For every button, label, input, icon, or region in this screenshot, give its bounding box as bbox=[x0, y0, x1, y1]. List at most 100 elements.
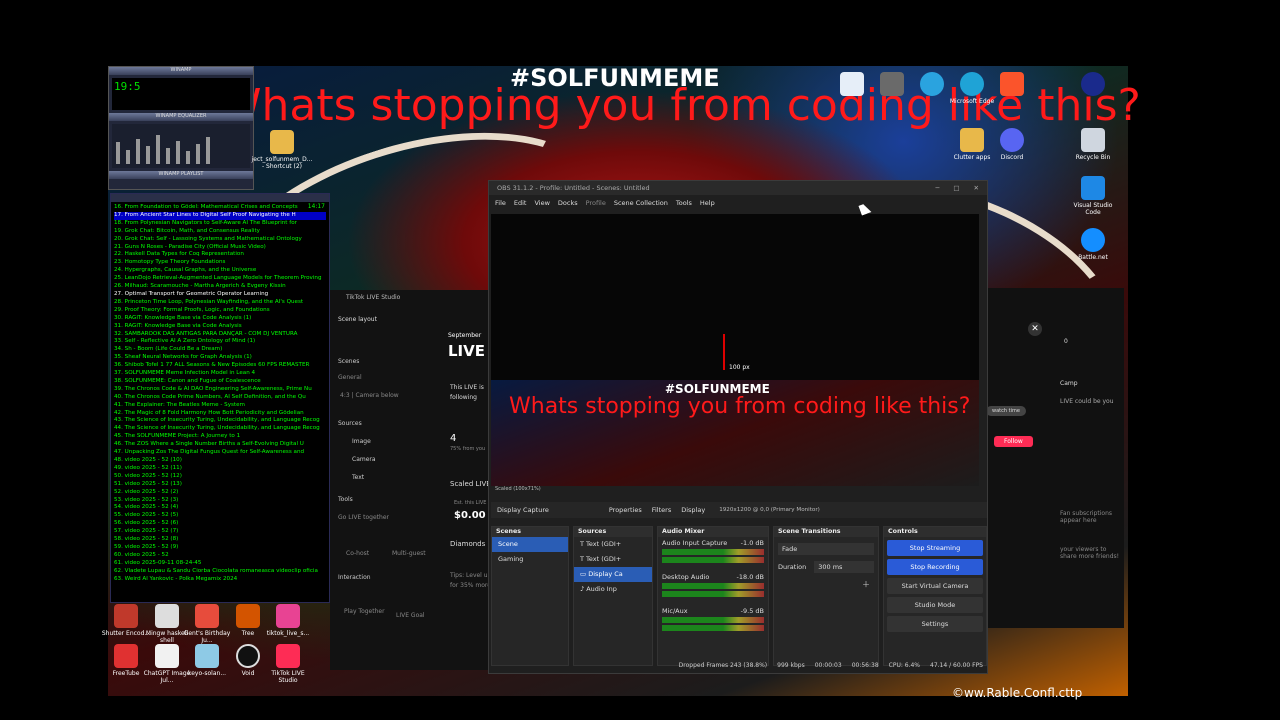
scene-item-scene[interactable]: Scene bbox=[492, 537, 568, 552]
playlist-item[interactable]: 56. video 2025 - 52 (6) bbox=[114, 520, 326, 528]
monitor-select[interactable]: 1920x1200 @ 0,0 (Primary Monitor) bbox=[715, 507, 987, 513]
scene-item-gaming[interactable]: Gaming bbox=[492, 552, 568, 567]
winamp-equalizer[interactable] bbox=[112, 124, 250, 168]
transition-select[interactable]: Fade bbox=[778, 543, 874, 555]
playlist-item[interactable]: 24. Hypergraphs, Causal Graphs, and the … bbox=[114, 267, 326, 275]
tiktok-side-panel[interactable]: ✕ 0 Camp LIVE could be you watch time Fo… bbox=[984, 288, 1124, 628]
playlist-item[interactable]: 54. video 2025 - 52 (4) bbox=[114, 504, 326, 512]
camera-source[interactable]: Camera bbox=[352, 456, 376, 463]
playlist-item[interactable]: 28. Princeton Time Loop, Polynesian Wayf… bbox=[114, 299, 326, 307]
source-display-capture[interactable]: ▭ Display Ca bbox=[574, 567, 652, 582]
playlist-item[interactable]: 34. Sh - Boom (Life Could Be a Dream) bbox=[114, 346, 326, 354]
winamp-window[interactable]: WINAMP 19:5 WINAMP EQUALIZER WINAMP PLAY… bbox=[108, 66, 254, 190]
winamp-playlist-titlebar[interactable]: WINAMP PLAYLIST bbox=[109, 171, 253, 179]
playlist-item[interactable]: 31. RAGIT: Knowledge Base via Code Analy… bbox=[114, 323, 326, 331]
playlist-item[interactable]: 61. video 2025-09-11 08-24-45 bbox=[114, 560, 326, 568]
multi-guest-button[interactable]: Multi-guest bbox=[392, 550, 426, 557]
watch-time-button[interactable]: watch time bbox=[986, 406, 1026, 416]
desktop-icon-tiktok-studio[interactable]: TikTok LIVE Studio bbox=[262, 644, 314, 684]
winamp-titlebar[interactable]: WINAMP bbox=[109, 67, 253, 75]
add-icon[interactable]: ＋ bbox=[774, 573, 878, 590]
obs-window[interactable]: OBS 31.1.2 - Profile: Untitled - Scenes:… bbox=[488, 180, 988, 674]
winamp-playlist[interactable]: 14:17 16. From Foundation to Gödel: Math… bbox=[110, 193, 330, 603]
playlist-item[interactable]: 46. The ZOS Where a Single Number Births… bbox=[114, 441, 326, 449]
menu-file[interactable]: File bbox=[495, 199, 506, 207]
playlist-item[interactable]: 58. video 2025 - 52 (8) bbox=[114, 536, 326, 544]
source-audio-input[interactable]: ♪ Audio Inp bbox=[574, 582, 652, 597]
desktop-icon-battlenet[interactable]: Battle.net bbox=[1067, 228, 1119, 261]
close-icon[interactable]: ✕ bbox=[1028, 322, 1042, 336]
playlist-list[interactable]: 16. From Foundation to Gödel: Mathematic… bbox=[111, 202, 329, 586]
text-source[interactable]: Text bbox=[352, 474, 364, 481]
playlist-item[interactable]: 62. Vladete Lupau & Sandu Ciorba Ciocola… bbox=[114, 568, 326, 576]
playlist-item[interactable]: 30. RAGIT: Knowledge Base via Code Analy… bbox=[114, 315, 326, 323]
playlist-item[interactable]: 49. video 2025 - 52 (11) bbox=[114, 465, 326, 473]
playlist-item[interactable]: 17. From Ancient Star Lines to Digital S… bbox=[114, 211, 326, 220]
playlist-item[interactable]: 53. video 2025 - 52 (3) bbox=[114, 497, 326, 505]
playlist-item[interactable]: 32. SAMBAROOK DAS ANTIGAS PARA DANÇAR - … bbox=[114, 331, 326, 339]
source-text-2[interactable]: T Text (GDI+ bbox=[574, 552, 652, 567]
playlist-item[interactable]: 44. The Science of Insecurity Turing, Un… bbox=[114, 425, 326, 433]
playlist-item[interactable]: 57. video 2025 - 52 (7) bbox=[114, 528, 326, 536]
playlist-item[interactable]: 39. The Chronos Code & AI DAO Engineerin… bbox=[114, 386, 326, 394]
playlist-item[interactable]: 45. The SOLFUNMEME Project: A Journey to… bbox=[114, 433, 326, 441]
playlist-item[interactable]: 22. Haskell Data Types for Coq Represent… bbox=[114, 251, 326, 259]
volume-slider[interactable] bbox=[662, 591, 764, 597]
play-together-button[interactable]: Play Together bbox=[344, 608, 385, 615]
playlist-item[interactable]: 48. video 2025 - 52 (10) bbox=[114, 457, 326, 465]
playlist-item[interactable]: 25. LeanDojo Retrieval-Augmented Languag… bbox=[114, 275, 326, 283]
desktop-icon-recycle-bin[interactable]: Recycle Bin bbox=[1067, 128, 1119, 161]
playlist-item[interactable]: 21. Guns N Roses - Paradise City (Offici… bbox=[114, 244, 326, 252]
playlist-item[interactable]: 33. Self - Reflective AI A Zero Ontology… bbox=[114, 338, 326, 346]
playlist-item[interactable]: 42. The Magic of 8 Fold Harmony How Bott… bbox=[114, 410, 326, 418]
playlist-item[interactable]: 18. From Polynesian Navigators to Self-A… bbox=[114, 220, 326, 228]
playlist-item[interactable]: 20. Grok Chat: Self - Lassoing Systems a… bbox=[114, 236, 326, 244]
close-icon[interactable]: ✕ bbox=[974, 184, 979, 192]
playlist-item[interactable]: 36. Shibob Tofel 1 77 ALL Seasons & New … bbox=[114, 362, 326, 370]
desktop-icon-brave[interactable] bbox=[986, 72, 1038, 98]
live-goal-button[interactable]: LIVE Goal bbox=[396, 612, 425, 619]
studio-mode-button[interactable]: Studio Mode bbox=[887, 597, 983, 613]
desktop-icon-generic-2[interactable] bbox=[866, 72, 918, 98]
co-host-button[interactable]: Co-host bbox=[346, 550, 369, 557]
playlist-item[interactable]: 63. Weird Al Yankovic - Polka Megamix 20… bbox=[114, 576, 326, 584]
desktop-icon-audacity[interactable] bbox=[1067, 72, 1119, 98]
playlist-item[interactable]: 41. The Explainer: The Beatles Meme - Sy… bbox=[114, 402, 326, 410]
general-label[interactable]: General bbox=[338, 374, 362, 381]
properties-button[interactable]: Properties bbox=[609, 506, 642, 514]
playlist-item[interactable]: 59. video 2025 - 52 (9) bbox=[114, 544, 326, 552]
playlist-item[interactable]: 29. Proof Theory: Formal Proofs, Logic, … bbox=[114, 307, 326, 315]
source-text-1[interactable]: T Text (GDI+ bbox=[574, 537, 652, 552]
maximize-icon[interactable]: □ bbox=[953, 184, 959, 192]
image-source[interactable]: Image bbox=[352, 438, 371, 445]
menu-scene-collection[interactable]: Scene Collection bbox=[614, 199, 668, 207]
menu-docks[interactable]: Docks bbox=[558, 199, 578, 207]
playlist-item[interactable]: 55. video 2025 - 52 (5) bbox=[114, 512, 326, 520]
playlist-item[interactable]: 52. video 2025 - 52 (2) bbox=[114, 489, 326, 497]
playlist-item[interactable]: 26. Milhaud: Scaramouche - Martha Argeri… bbox=[114, 283, 326, 291]
duration-input[interactable]: 300 ms bbox=[814, 561, 874, 573]
playlist-item[interactable]: 23. Homotopy Type Theory Foundations bbox=[114, 259, 326, 267]
filters-button[interactable]: Filters bbox=[652, 506, 671, 514]
follow-button[interactable]: Follow bbox=[994, 436, 1033, 447]
menu-edit[interactable]: Edit bbox=[514, 199, 527, 207]
menu-tools[interactable]: Tools bbox=[676, 199, 692, 207]
stop-streaming-button[interactable]: Stop Streaming bbox=[887, 540, 983, 556]
playlist-item[interactable]: 35. Sheaf Neural Networks for Graph Anal… bbox=[114, 354, 326, 362]
minimize-icon[interactable]: ─ bbox=[935, 184, 939, 192]
playlist-item[interactable]: 19. Grok Chat: Bitcoin, Math, and Consen… bbox=[114, 228, 326, 236]
playlist-item[interactable]: 50. video 2025 - 52 (12) bbox=[114, 473, 326, 481]
camera-below-label[interactable]: 4:3 | Camera below bbox=[340, 392, 399, 399]
playlist-item[interactable]: 27. Optimal Transport for Geometric Oper… bbox=[114, 291, 326, 299]
menu-help[interactable]: Help bbox=[700, 199, 715, 207]
playlist-item[interactable]: 43. The Science of Insecurity Turing, Un… bbox=[114, 417, 326, 425]
playlist-item[interactable]: 38. SOLFUNMEME: Canon and Fugue of Coale… bbox=[114, 378, 326, 386]
menu-profile[interactable]: Profile bbox=[586, 199, 606, 207]
volume-slider[interactable] bbox=[662, 557, 764, 563]
desktop-icon-discord[interactable]: Discord bbox=[986, 128, 1038, 161]
start-virtual-camera-button[interactable]: Start Virtual Camera bbox=[887, 578, 983, 594]
stop-recording-button[interactable]: Stop Recording bbox=[887, 559, 983, 575]
winamp-eq-titlebar[interactable]: WINAMP EQUALIZER bbox=[109, 113, 253, 121]
tiktok-studio-window[interactable]: TikTok LIVE Studio Scene layout Scenes G… bbox=[330, 290, 491, 670]
desktop-icon-vscode[interactable]: Visual Studio Code bbox=[1067, 176, 1119, 216]
